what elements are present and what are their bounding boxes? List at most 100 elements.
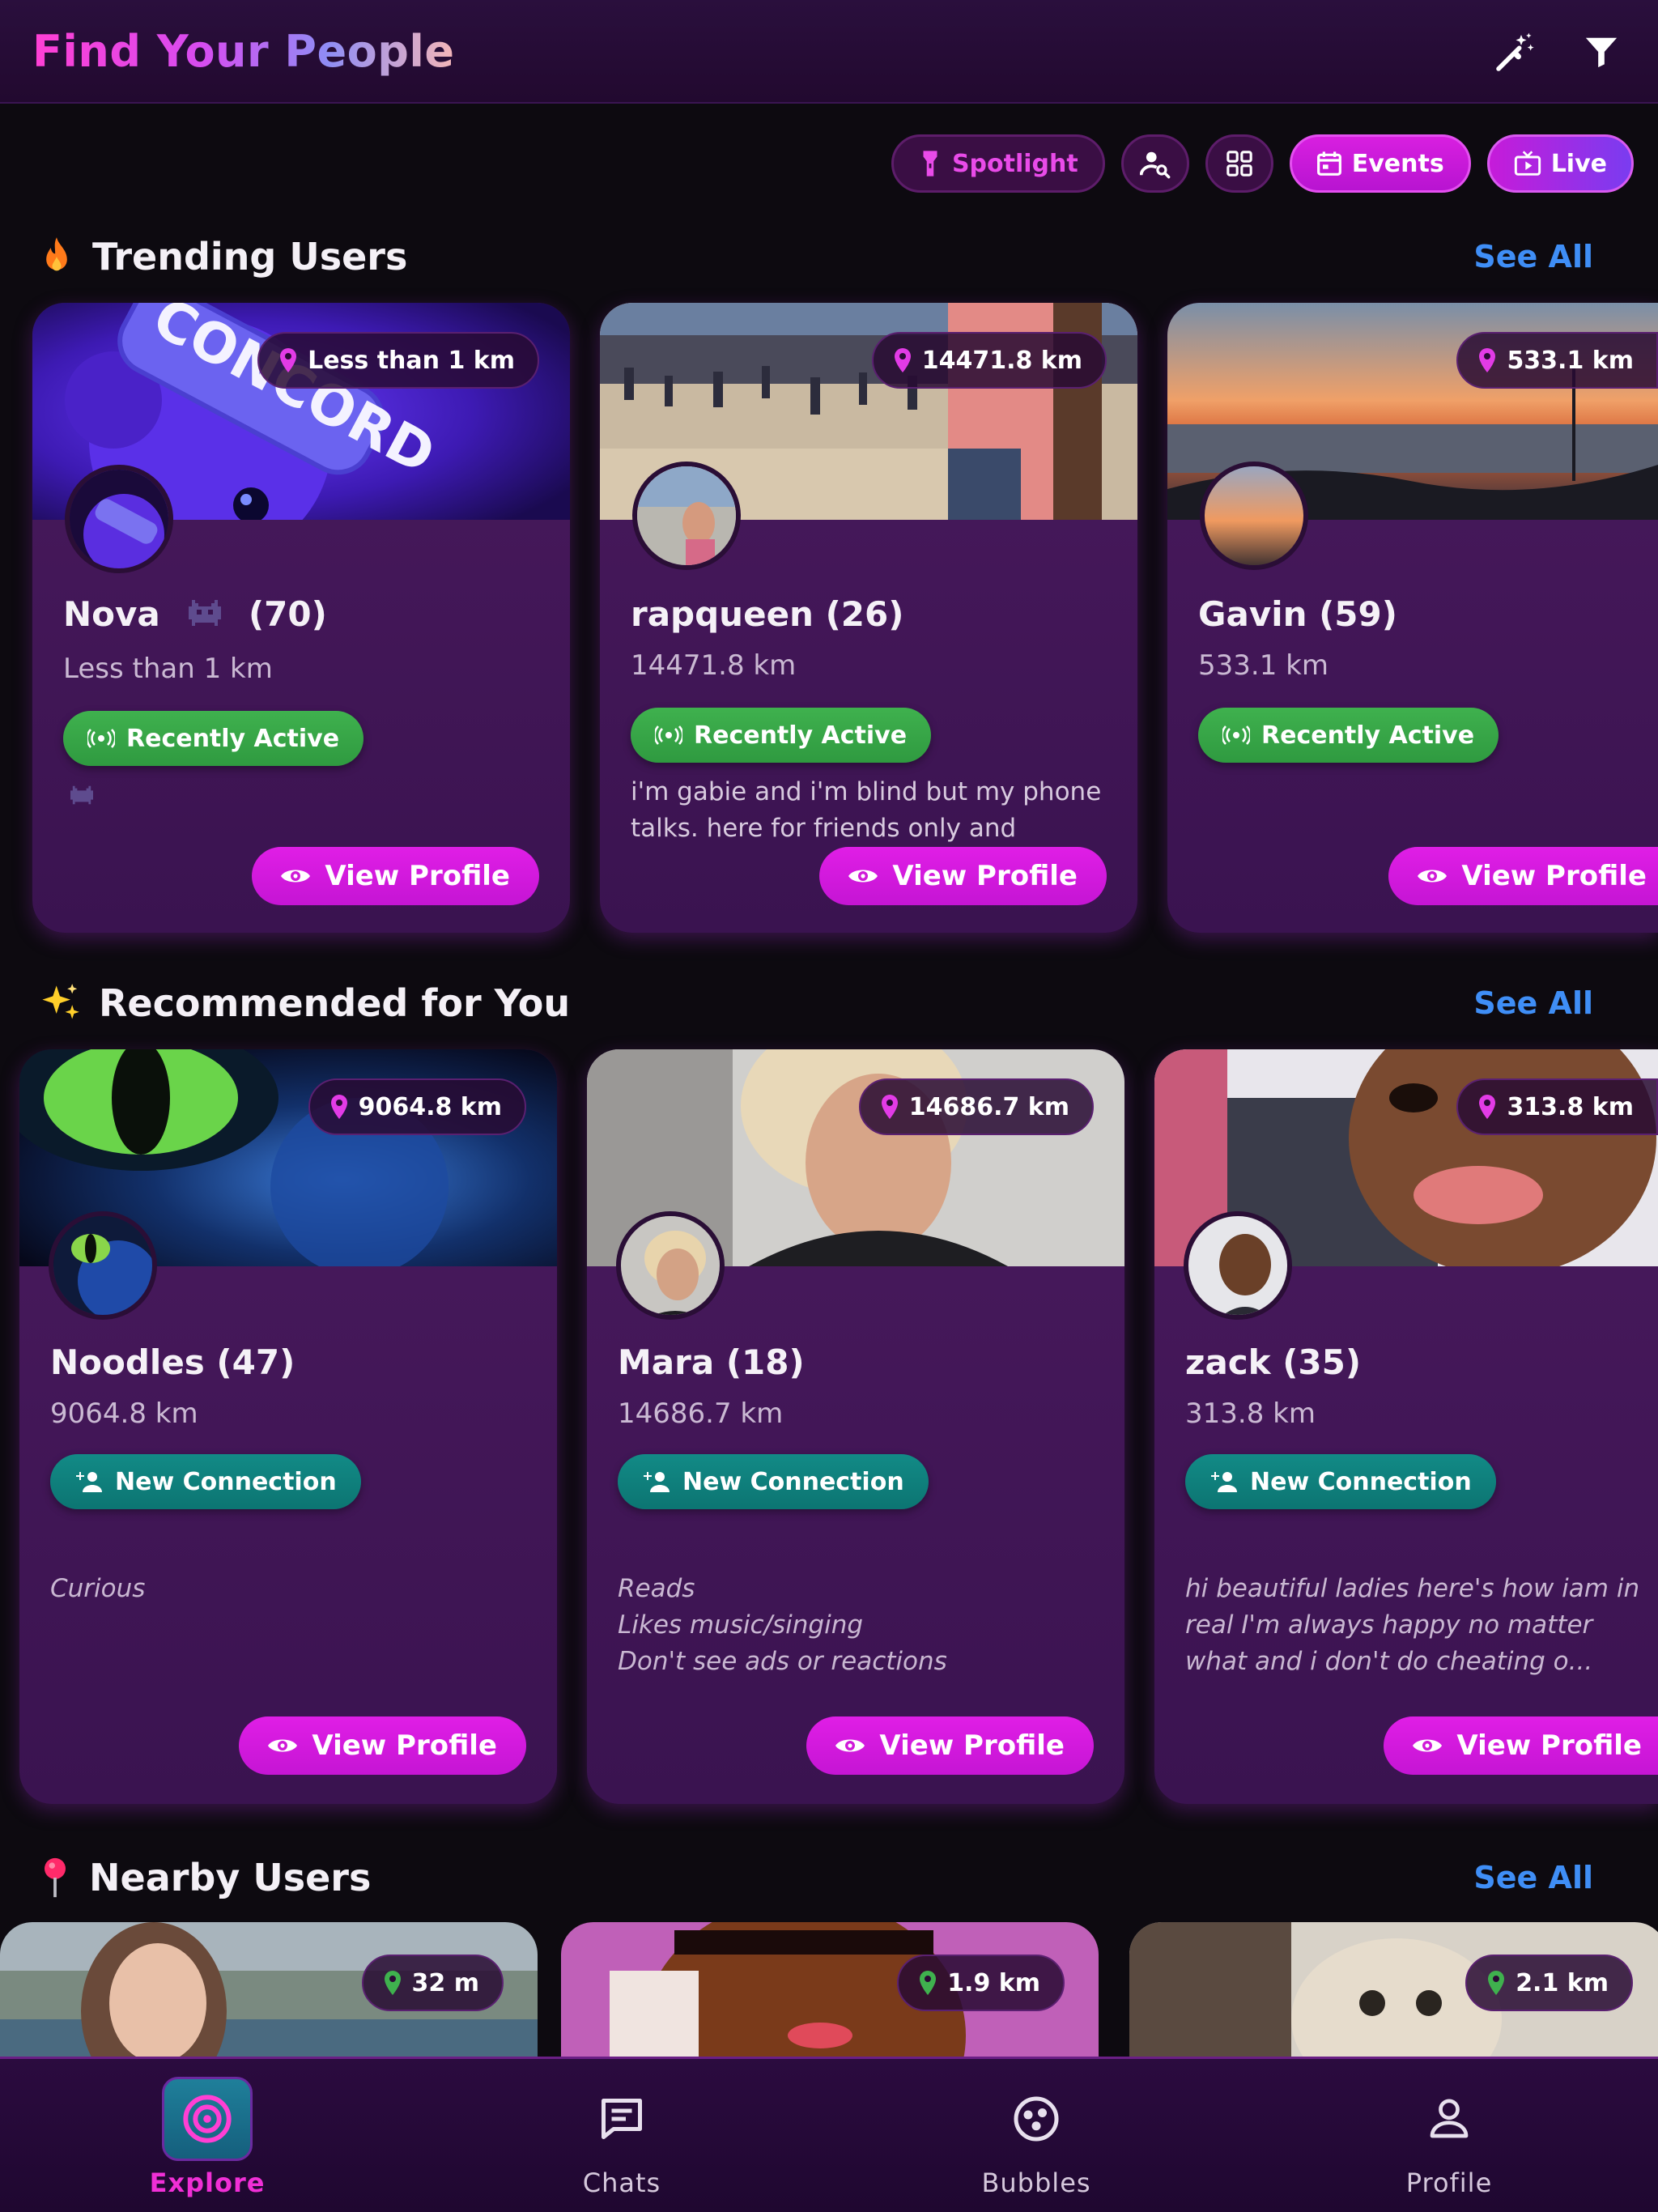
recently-active-badge: Recently Active bbox=[63, 711, 364, 766]
distance-badge: 313.8 km bbox=[1456, 1078, 1658, 1135]
trending-title: Trending Users bbox=[92, 235, 408, 279]
avatar bbox=[65, 465, 173, 573]
distance-badge-text: 2.1 km bbox=[1516, 1968, 1609, 1997]
view-profile-button[interactable]: View Profile bbox=[239, 1716, 526, 1775]
user-card[interactable]: CONCORD Less than 1 km Nova (70) Less th… bbox=[32, 303, 570, 933]
user-distance: 313.8 km bbox=[1185, 1397, 1316, 1430]
recommended-see-all-link[interactable]: See All bbox=[1473, 985, 1593, 1021]
user-name: rapqueen (26) bbox=[631, 594, 904, 634]
user-bio: Reads Likes music/singing Don't see ads … bbox=[618, 1574, 947, 1676]
user-card[interactable]: 313.8 km zack (35) 313.8 km New Connecti… bbox=[1154, 1049, 1658, 1804]
user-name: Mara (18) bbox=[618, 1342, 805, 1382]
distance-badge-text: Less than 1 km bbox=[308, 346, 515, 375]
user-card[interactable]: 14686.7 km Mara (18) 14686.7 km New Conn… bbox=[587, 1049, 1124, 1804]
signal-icon bbox=[1222, 725, 1250, 745]
location-pin-icon bbox=[1479, 348, 1496, 372]
distance-badge: 14686.7 km bbox=[858, 1078, 1094, 1135]
user-search-icon bbox=[1139, 151, 1171, 179]
location-pin-icon bbox=[384, 1971, 401, 1995]
view-profile-button[interactable]: View Profile bbox=[1388, 847, 1658, 905]
user-distance: 533.1 km bbox=[1198, 649, 1329, 682]
distance-badge-text: 14471.8 km bbox=[921, 346, 1082, 375]
distance-badge: 32 m bbox=[361, 1955, 504, 2011]
nav-bubbles-label: Bubbles bbox=[981, 2167, 1091, 2198]
avatar bbox=[1200, 462, 1308, 570]
pin-icon bbox=[45, 1857, 66, 1898]
nearby-user-card[interactable]: 1.9 km bbox=[561, 1922, 1099, 2060]
distance-badge-text: 1.9 km bbox=[947, 1968, 1040, 1997]
user-search-chip[interactable] bbox=[1120, 134, 1189, 193]
nav-profile[interactable]: Profile bbox=[1352, 2059, 1546, 2212]
nearby-user-card[interactable]: 2.1 km bbox=[1129, 1922, 1658, 2060]
trending-see-all-link[interactable]: See All bbox=[1473, 239, 1593, 274]
view-profile-label: View Profile bbox=[1456, 1729, 1642, 1762]
filter-icon[interactable] bbox=[1577, 28, 1626, 76]
new-connection-badge: New Connection bbox=[618, 1454, 929, 1509]
view-profile-button[interactable]: View Profile bbox=[1384, 1716, 1658, 1775]
distance-badge: 9064.8 km bbox=[308, 1078, 526, 1135]
user-icon bbox=[1404, 2077, 1494, 2161]
spotlight-chip[interactable]: Spotlight bbox=[891, 134, 1105, 193]
nav-explore-label: Explore bbox=[149, 2167, 266, 2198]
alien-icon bbox=[70, 785, 93, 805]
nav-chats[interactable]: Chats bbox=[525, 2059, 719, 2212]
distance-badge-text: 533.1 km bbox=[1507, 346, 1634, 375]
distance-badge: 1.9 km bbox=[897, 1955, 1065, 2011]
add-user-icon bbox=[644, 1472, 670, 1492]
signal-icon bbox=[655, 725, 682, 745]
distance-badge: Less than 1 km bbox=[257, 332, 539, 389]
new-connection-badge: New Connection bbox=[50, 1454, 361, 1509]
status-label: New Connection bbox=[1250, 1467, 1472, 1496]
user-bio: i'm gabie and i'm blind but my phone tal… bbox=[631, 777, 1102, 843]
distance-badge: 533.1 km bbox=[1456, 332, 1658, 389]
avatar bbox=[632, 462, 741, 570]
location-pin-icon bbox=[280, 348, 297, 372]
sparkles-icon bbox=[42, 984, 79, 1019]
location-pin-icon bbox=[894, 348, 911, 372]
view-profile-button[interactable]: View Profile bbox=[806, 1716, 1094, 1775]
user-name: Noodles (47) bbox=[50, 1342, 295, 1382]
user-card[interactable]: 533.1 km Gavin (59) 533.1 km Recently Ac… bbox=[1167, 303, 1658, 933]
eye-icon bbox=[1413, 1739, 1443, 1752]
avatar bbox=[616, 1211, 725, 1320]
magic-wand-icon[interactable] bbox=[1491, 28, 1540, 76]
user-distance: 14686.7 km bbox=[618, 1397, 784, 1430]
nearby-section-header: Nearby Users See All bbox=[39, 1856, 1618, 1899]
grid-view-chip[interactable] bbox=[1205, 134, 1273, 193]
live-chip[interactable]: Live bbox=[1486, 134, 1634, 193]
status-label: New Connection bbox=[682, 1467, 904, 1496]
view-profile-button[interactable]: View Profile bbox=[252, 847, 539, 905]
status-label: Recently Active bbox=[1261, 721, 1475, 750]
avatar bbox=[49, 1211, 157, 1320]
status-label: New Connection bbox=[115, 1467, 337, 1496]
avatar bbox=[1184, 1211, 1292, 1320]
nav-chats-label: Chats bbox=[582, 2167, 661, 2198]
view-profile-label: View Profile bbox=[312, 1729, 497, 1762]
location-pin-icon bbox=[1479, 1095, 1496, 1119]
distance-badge: 2.1 km bbox=[1465, 1955, 1633, 2011]
nav-explore[interactable]: Explore bbox=[110, 2059, 304, 2212]
header-actions bbox=[1491, 28, 1626, 76]
nav-bubbles[interactable]: Bubbles bbox=[939, 2059, 1133, 2212]
nearby-user-card[interactable]: 32 m bbox=[0, 1922, 538, 2060]
fire-icon bbox=[46, 237, 67, 271]
recommended-section-header: Recommended for You See All bbox=[39, 981, 1618, 1025]
eye-icon bbox=[835, 1739, 865, 1752]
bottom-navigation: Explore Chats Bubbles Profile bbox=[0, 2057, 1658, 2212]
location-pin-icon bbox=[1488, 1971, 1505, 1995]
recently-active-badge: Recently Active bbox=[1198, 708, 1499, 763]
location-pin-icon bbox=[920, 1971, 937, 1995]
view-profile-label: View Profile bbox=[325, 860, 510, 892]
user-card[interactable]: 9064.8 km Noodles (47) 9064.8 km New Con… bbox=[19, 1049, 557, 1804]
status-label: Recently Active bbox=[694, 721, 908, 750]
alien-badge-icon bbox=[189, 600, 222, 626]
distance-badge-text: 32 m bbox=[411, 1968, 479, 1997]
events-chip[interactable]: Events bbox=[1289, 134, 1471, 193]
view-profile-label: View Profile bbox=[892, 860, 1078, 892]
user-card[interactable]: 14471.8 km rapqueen (26) 14471.8 km Rece… bbox=[600, 303, 1137, 933]
nearby-see-all-link[interactable]: See All bbox=[1473, 1860, 1593, 1895]
user-name: Nova (70) bbox=[63, 594, 327, 634]
view-profile-button[interactable]: View Profile bbox=[819, 847, 1107, 905]
recommended-users-row: 9064.8 km Noodles (47) 9064.8 km New Con… bbox=[0, 1049, 1658, 1807]
location-pin-icon bbox=[881, 1095, 898, 1119]
